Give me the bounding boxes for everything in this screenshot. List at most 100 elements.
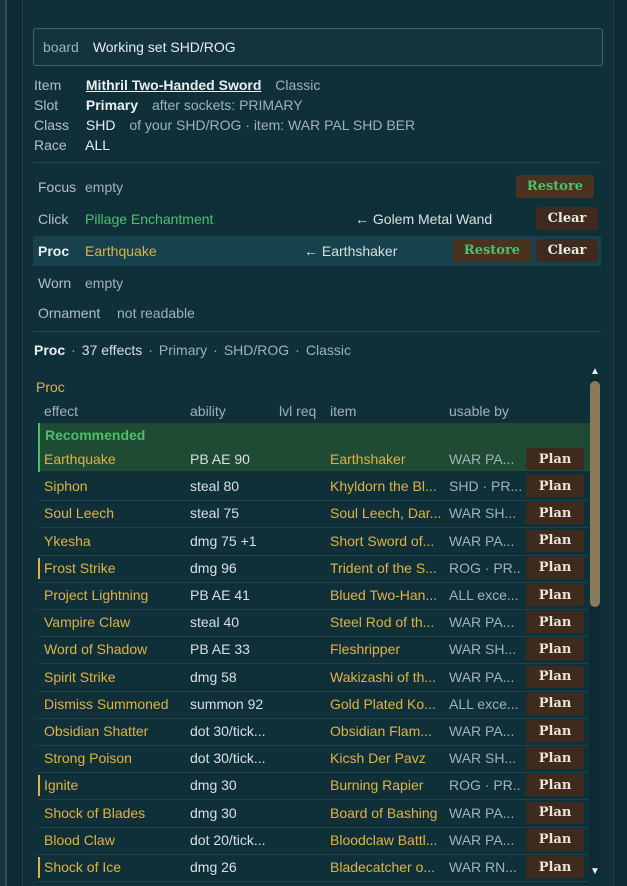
plan-button[interactable]: Plan bbox=[526, 638, 584, 661]
item-tag: Classic bbox=[275, 77, 321, 93]
divider bbox=[33, 162, 601, 163]
row-usable: WAR PA... bbox=[449, 723, 515, 739]
slot-worn: Worn empty bbox=[33, 268, 601, 298]
slot-focus-label: Focus bbox=[38, 179, 77, 195]
row-ability: steal 40 bbox=[190, 614, 240, 631]
col-effect[interactable]: effect bbox=[44, 403, 78, 419]
table-row[interactable]: Shock of Ice dmg 26 Bladecatcher o... WAR R… bbox=[38, 854, 588, 882]
slot-ornament-label: Ornament bbox=[38, 305, 101, 321]
plan-button[interactable]: Plan bbox=[526, 502, 584, 525]
race-key: Race bbox=[34, 137, 67, 153]
plan-button[interactable]: Plan bbox=[526, 774, 584, 797]
row-item: Board of Bashing bbox=[330, 804, 438, 821]
slot-worn-value: empty bbox=[85, 275, 124, 291]
table-row[interactable]: Vampire Claw steal 40 Steel Rod of th... WA… bbox=[38, 609, 588, 638]
row-item: Blued Two-Han... bbox=[330, 587, 438, 603]
slot-click-source: ← Golem Metal Wand bbox=[355, 211, 493, 227]
row-usable: WAR SH... bbox=[449, 750, 517, 767]
table-row[interactable]: Obsidian Shatter dot 30/tick... Obsidian F… bbox=[38, 718, 588, 746]
board-selector[interactable]: board Working set SHD/ROG bbox=[33, 28, 603, 66]
table-row[interactable]: Project Lightning PB AE 41 Blued Two-Han..… bbox=[38, 582, 588, 610]
row-item: Soul Leech, Dar... bbox=[330, 505, 442, 522]
row-usable: WAR PA... bbox=[449, 451, 515, 467]
table-row[interactable]: Siphon steal 80 Khyldorn the Bl... SHD · PR… bbox=[38, 473, 588, 502]
table-row[interactable]: Earthquake PB AE 90 Earthshaker WAR PA... Pl… bbox=[38, 446, 588, 473]
row-usable: ROG · PR... bbox=[449, 559, 521, 576]
col-ability[interactable]: ability bbox=[190, 403, 226, 419]
scroll-down-icon[interactable]: ▼ bbox=[589, 867, 601, 877]
slot-worn-label: Worn bbox=[38, 275, 72, 291]
crumb-a: Primary bbox=[158, 342, 208, 358]
plan-button[interactable]: Plan bbox=[526, 692, 584, 715]
table-row[interactable]: Ykesha dmg 75 +1 Short Sword of... WAR PA..… bbox=[38, 528, 588, 556]
slot-line: Slot Primary after sockets: PRIMARY bbox=[34, 97, 303, 113]
plan-button[interactable]: Plan bbox=[526, 584, 584, 606]
row-ability: dmg 58 bbox=[190, 668, 237, 685]
row-ability: dmg 30 bbox=[190, 777, 237, 794]
plan-button[interactable]: Plan bbox=[526, 611, 584, 634]
row-usable: WAR PA... bbox=[449, 614, 515, 631]
row-ability: dmg 96 bbox=[190, 559, 237, 576]
plan-button[interactable]: Plan bbox=[526, 665, 584, 688]
section-title: Proc bbox=[36, 379, 65, 395]
row-marker bbox=[38, 857, 40, 878]
crumb-c: Classic bbox=[305, 342, 351, 358]
row-usable: WAR SH... bbox=[449, 505, 517, 522]
click-clear-button[interactable]: Clear bbox=[536, 207, 598, 230]
row-effect: Strong Poison bbox=[44, 750, 132, 767]
scroll-up-icon[interactable]: ▲ bbox=[589, 367, 601, 377]
table-row[interactable]: Frost Strike dmg 96 Trident of the S... ROG… bbox=[38, 555, 588, 583]
table-row[interactable]: Shock of Blades dmg 30 Board of Bashing WAR… bbox=[38, 800, 588, 828]
proc-clear-button[interactable]: Clear bbox=[536, 239, 598, 262]
col-lvl[interactable]: lvl req bbox=[279, 403, 316, 419]
row-effect: Soul Leech bbox=[44, 505, 115, 522]
row-effect: Ignite bbox=[44, 777, 79, 794]
table-row[interactable]: Strong Poison dot 30/tick... Kicsh Der Pav… bbox=[38, 745, 588, 774]
plan-button[interactable]: Plan bbox=[526, 720, 584, 742]
plan-button[interactable]: Plan bbox=[526, 856, 584, 878]
col-item[interactable]: item bbox=[330, 403, 356, 419]
plan-button[interactable]: Plan bbox=[526, 828, 584, 851]
race-value: ALL bbox=[85, 137, 111, 153]
plan-button[interactable]: Plan bbox=[526, 556, 584, 579]
window-edge bbox=[0, 0, 7, 886]
proc-restore-button[interactable]: Restore bbox=[453, 239, 531, 262]
plan-button[interactable]: Plan bbox=[526, 801, 584, 824]
item-line: Item Mithril Two-Handed Sword Classic bbox=[34, 77, 320, 93]
slot-proc-label: Proc bbox=[38, 243, 70, 259]
slot-proc-source: ← Earthshaker bbox=[304, 243, 398, 259]
row-usable: WAR PA... bbox=[449, 831, 515, 848]
slot-proc[interactable]: Proc Earthquake ← Earthshaker Restore Cl… bbox=[33, 236, 601, 266]
slot-click: Click Pillage Enchantment ← Golem Metal … bbox=[33, 204, 601, 234]
row-usable: ALL exce... bbox=[449, 587, 519, 603]
table-row[interactable]: Word of Shadow PB AE 33 Fleshripper WAR SH.… bbox=[38, 636, 588, 665]
row-item: Obsidian Flam... bbox=[330, 723, 432, 739]
scrollbar-thumb[interactable] bbox=[590, 381, 600, 607]
row-item: Trident of the S... bbox=[330, 559, 437, 576]
row-item: Earthshaker bbox=[330, 451, 406, 467]
crumb-slot: Proc bbox=[34, 342, 66, 358]
table-row[interactable]: Blood Claw dot 20/tick... Bloodclaw Battl.… bbox=[38, 827, 588, 855]
slot-proc-value: Earthquake bbox=[85, 243, 157, 259]
col-usable[interactable]: usable by bbox=[449, 403, 509, 419]
plan-button[interactable]: Plan bbox=[526, 747, 584, 770]
plan-button[interactable]: Plan bbox=[526, 448, 584, 470]
row-ability: dmg 30 bbox=[190, 804, 237, 821]
row-ability: dmg 75 +1 bbox=[190, 532, 257, 549]
table-row[interactable]: Ignite dmg 30 Burning Rapier ROG · PR... Pla… bbox=[38, 772, 588, 801]
table-row[interactable]: Spirit Strike dmg 58 Wakizashi of th... WAR… bbox=[38, 664, 588, 692]
plan-button[interactable]: Plan bbox=[526, 529, 584, 552]
slot-focus-value: empty bbox=[85, 179, 124, 195]
item-name-link[interactable]: Mithril Two-Handed Sword bbox=[86, 77, 262, 93]
class-line: Class SHD of your SHD/ROG · item: WAR PA… bbox=[34, 117, 415, 133]
table-row[interactable]: Soul Leech steal 75 Soul Leech, Dar... WAR … bbox=[38, 500, 588, 529]
class-meta: of your SHD/ROG · item: WAR PAL SHD BER bbox=[129, 117, 416, 133]
row-ability: PB AE 90 bbox=[190, 451, 250, 467]
row-usable: WAR SH... bbox=[449, 641, 517, 658]
row-item: Kicsh Der Pavz bbox=[330, 750, 426, 767]
crumb-count: 37 effects bbox=[81, 342, 143, 358]
plan-button[interactable]: Plan bbox=[526, 475, 584, 498]
row-ability: PB AE 41 bbox=[190, 587, 250, 603]
table-row[interactable]: Dismiss Summoned summon 92 Gold Plated Ko.… bbox=[38, 691, 588, 719]
focus-restore-button[interactable]: Restore bbox=[516, 175, 594, 198]
